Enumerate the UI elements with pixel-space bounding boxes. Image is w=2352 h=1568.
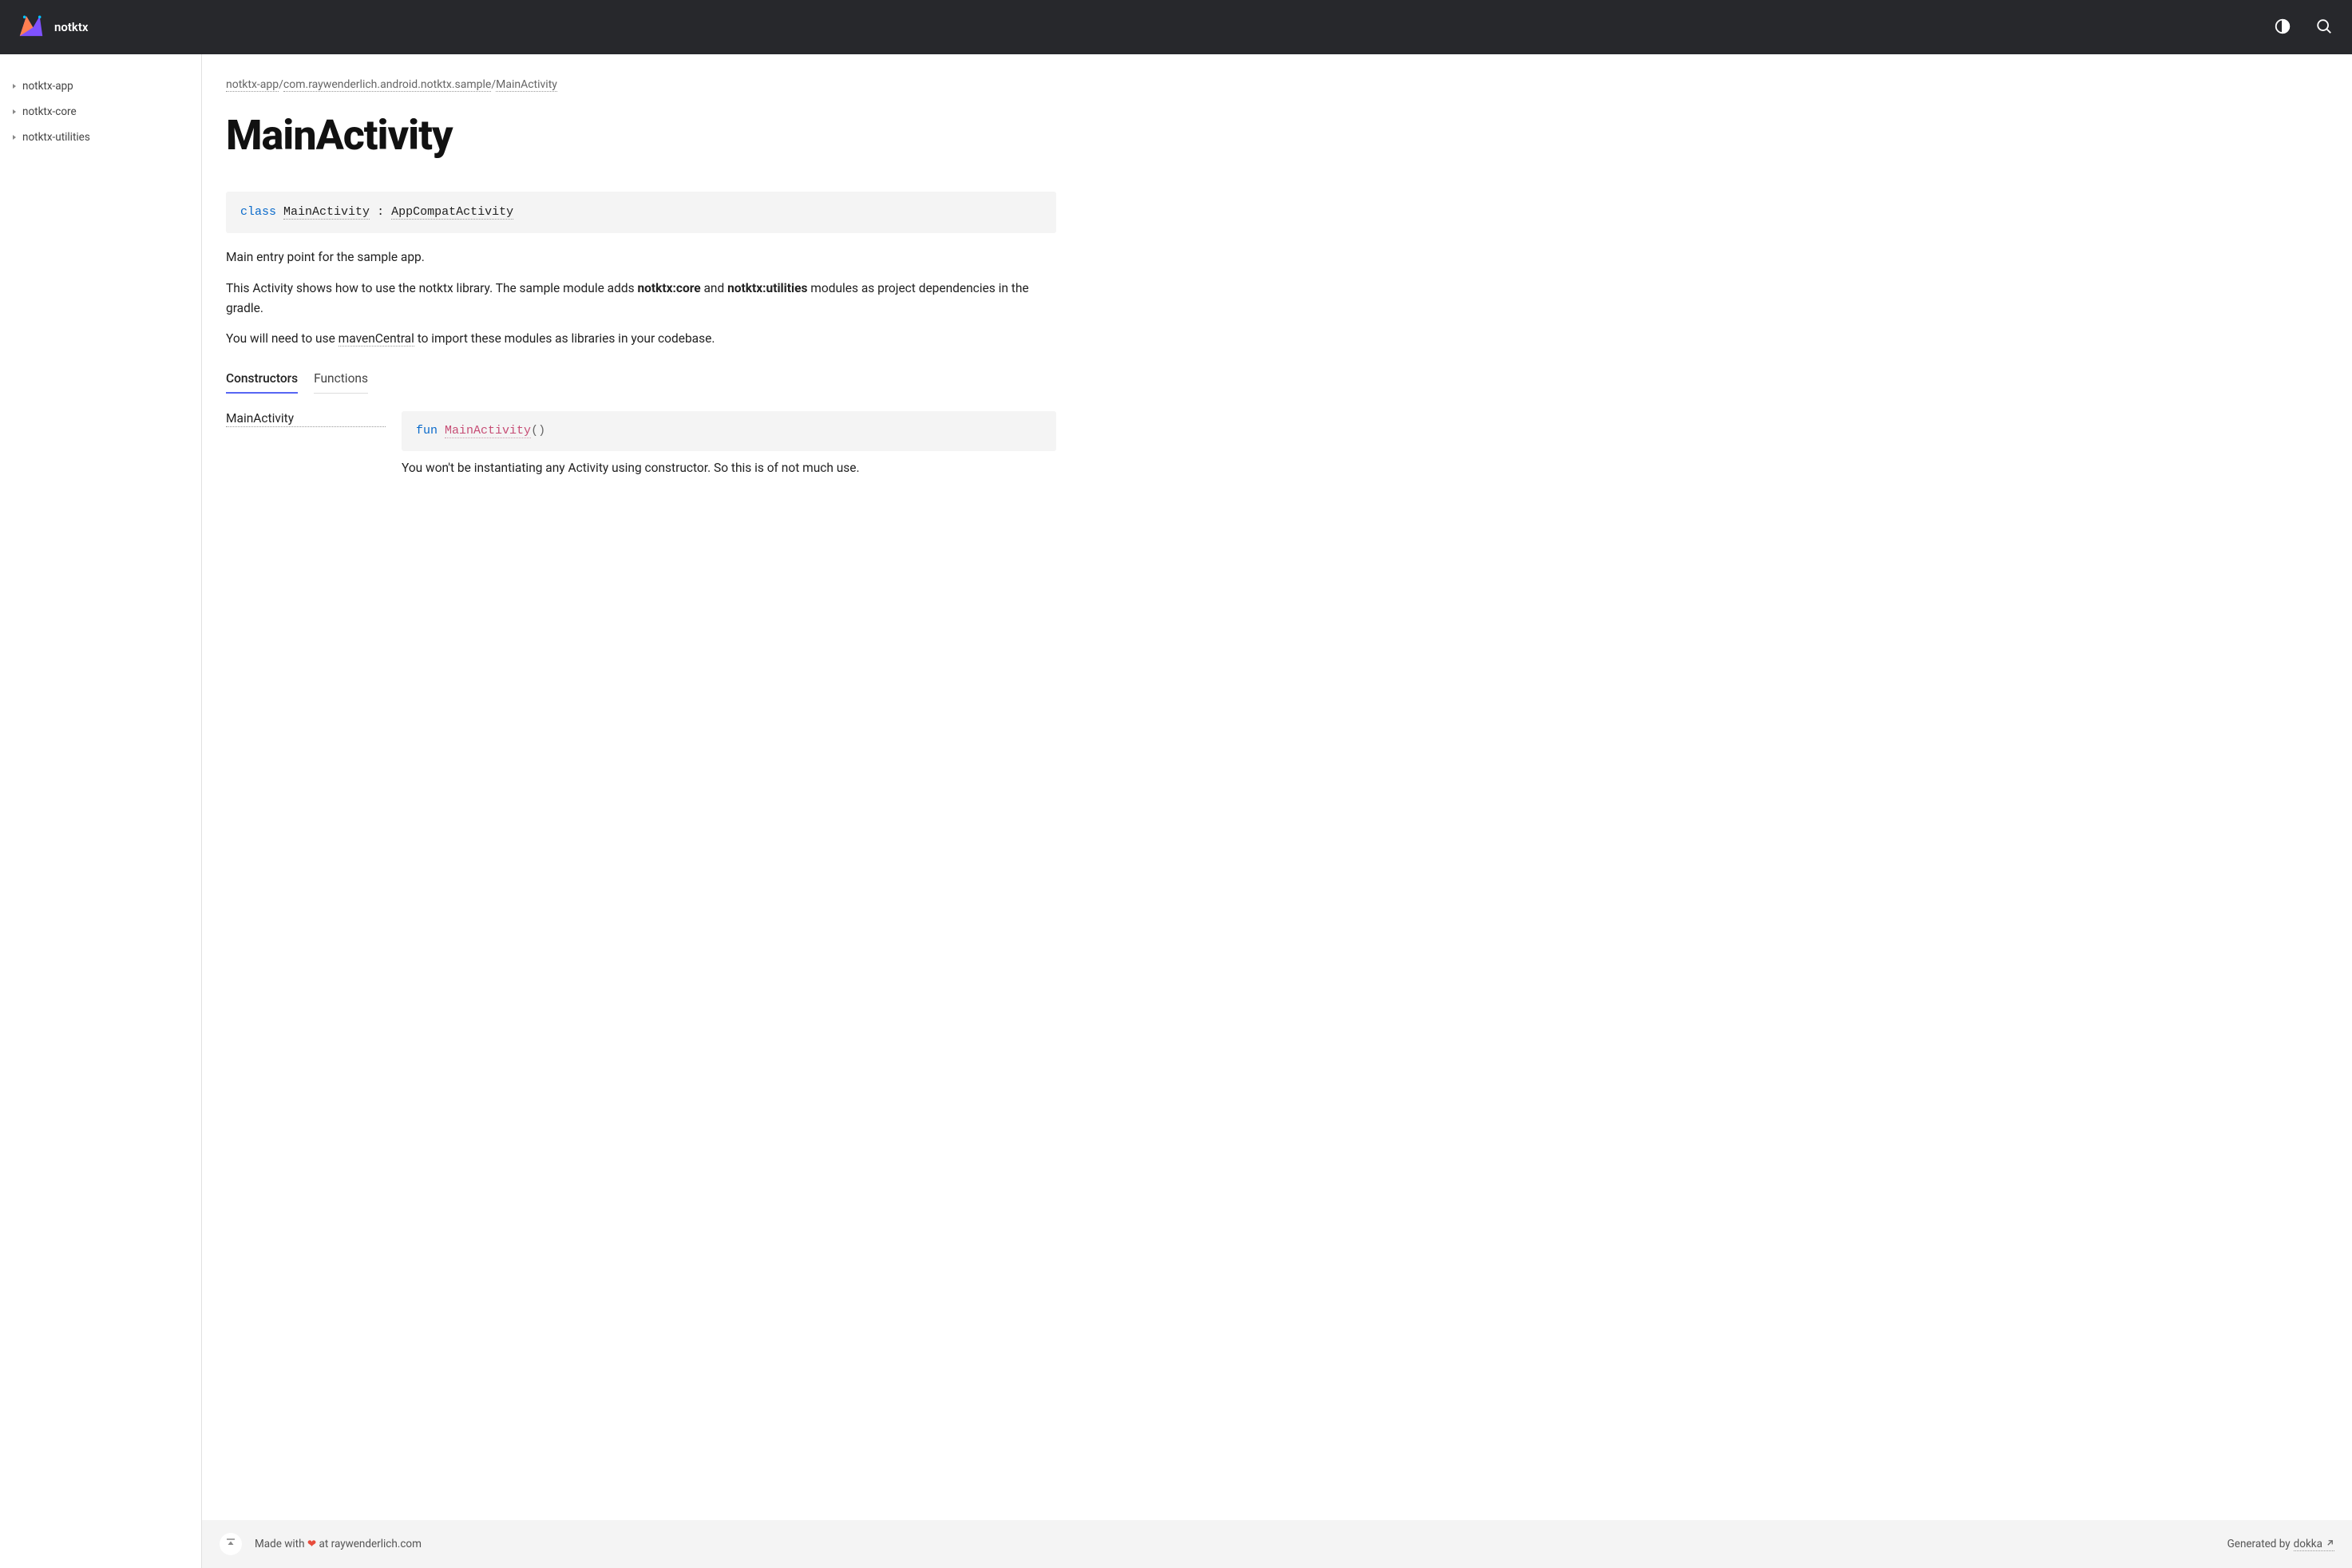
header-left: notktx	[16, 10, 88, 44]
page-title: MainActivity	[226, 111, 1056, 160]
member-name-link[interactable]: MainActivity	[226, 411, 386, 427]
tab-constructors[interactable]: Constructors	[226, 371, 298, 394]
footer-left: Made with ❤ at raywenderlich.com	[220, 1533, 422, 1555]
breadcrumb-link[interactable]: notktx-app	[226, 78, 279, 92]
project-title: notktx	[54, 20, 88, 34]
member-detail: fun MainActivity() You won't be instanti…	[402, 411, 1056, 475]
header-right	[2271, 14, 2336, 41]
tab-functions[interactable]: Functions	[314, 371, 368, 394]
class-signature: class MainActivity : AppCompatActivity	[226, 192, 1056, 233]
kodeco-logo-icon	[16, 10, 46, 44]
tabs: Constructors Functions	[226, 371, 1056, 394]
keyword-class: class	[240, 205, 276, 219]
footer: Made with ❤ at raywenderlich.com Generat…	[202, 1520, 2352, 1568]
description-p2: This Activity shows how to use the notkt…	[226, 279, 1056, 319]
constructor-signature: fun MainActivity()	[402, 411, 1056, 451]
layout: notktx-app notktx-core notktx-utilities …	[0, 54, 2352, 1568]
parens: ()	[531, 424, 545, 438]
description-p3: You will need to use mavenCentral to imp…	[226, 329, 1056, 349]
keyword-fun: fun	[416, 424, 438, 438]
constructor-name-link[interactable]: MainActivity	[445, 424, 531, 438]
chevron-right-icon	[13, 135, 16, 140]
theme-toggle-button[interactable]	[2271, 14, 2295, 41]
contrast-icon	[2274, 18, 2291, 38]
member-description: You won't be instantiating any Activity …	[402, 461, 1056, 475]
description: Main entry point for the sample app. Thi…	[226, 247, 1056, 349]
sidebar-item-label: notktx-app	[22, 80, 73, 93]
main: notktx-app/com.raywenderlich.android.not…	[202, 54, 2352, 1568]
chevron-right-icon	[13, 84, 16, 89]
scroll-to-top-button[interactable]	[220, 1533, 242, 1555]
sidebar: notktx-app notktx-core notktx-utilities	[0, 54, 202, 1568]
sidebar-item-notktx-core[interactable]: notktx-core	[0, 99, 201, 125]
breadcrumb: notktx-app/com.raywenderlich.android.not…	[226, 78, 1056, 91]
sidebar-item-label: notktx-utilities	[22, 131, 90, 144]
breadcrumb-link[interactable]: MainActivity	[496, 78, 557, 92]
description-p1: Main entry point for the sample app.	[226, 247, 1056, 267]
header: notktx	[0, 0, 2352, 54]
sidebar-item-notktx-utilities[interactable]: notktx-utilities	[0, 125, 201, 150]
sidebar-item-label: notktx-core	[22, 105, 77, 118]
parent-class-link[interactable]: AppCompatActivity	[391, 205, 513, 220]
chevron-right-icon	[13, 109, 16, 114]
footer-right: Generated by dokka	[2227, 1538, 2334, 1551]
footer-attribution: Made with ❤ at raywenderlich.com	[255, 1538, 422, 1550]
external-link-icon	[2326, 1538, 2334, 1550]
class-name-link[interactable]: MainActivity	[283, 205, 370, 220]
heart-icon: ❤	[307, 1538, 316, 1550]
sidebar-item-notktx-app[interactable]: notktx-app	[0, 73, 201, 99]
top-arrow-icon	[226, 1538, 236, 1550]
breadcrumb-link[interactable]: com.raywenderlich.android.notktx.sample	[283, 78, 491, 92]
dokka-link[interactable]: dokka	[2294, 1538, 2334, 1551]
search-button[interactable]	[2312, 14, 2336, 41]
mavencentral-link[interactable]: mavenCentral	[339, 331, 414, 346]
member-row: MainActivity fun MainActivity() You won'…	[226, 411, 1056, 475]
search-icon	[2315, 18, 2333, 38]
content: notktx-app/com.raywenderlich.android.not…	[202, 54, 1080, 1520]
signature-separator: :	[370, 205, 391, 219]
